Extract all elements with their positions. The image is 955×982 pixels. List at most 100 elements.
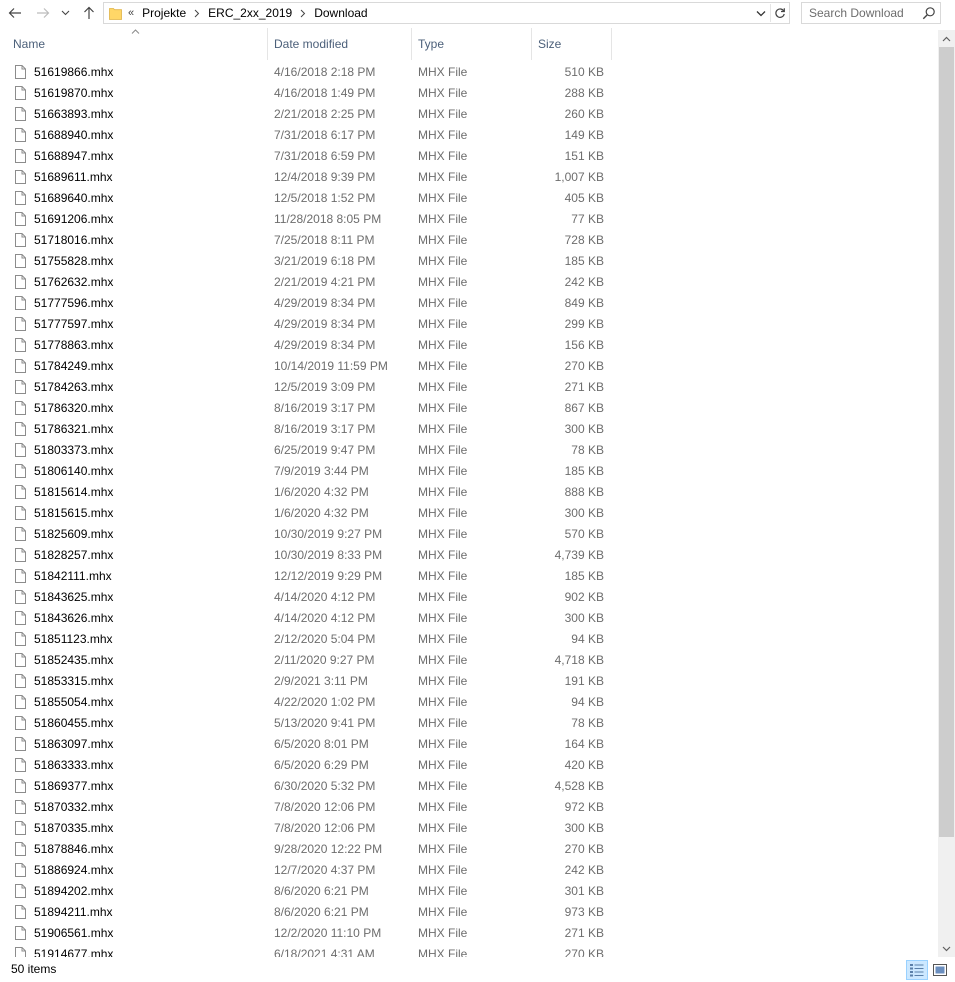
file-row[interactable]: 51784263.mhx 12/5/2019 3:09 PM MHX File 271… [0,377,938,398]
file-icon [15,548,26,564]
file-date-modified: 6/30/2020 5:32 PM [274,779,376,793]
file-row[interactable]: 51778863.mhx 4/29/2019 8:34 PM MHX File 156… [0,335,938,356]
file-name: 51842111.mhx [34,569,112,583]
file-name: 51663893.mhx [34,107,114,121]
breadcrumb-separator[interactable] [294,9,312,18]
up-button[interactable] [79,3,99,23]
file-row[interactable]: 51815614.mhx 1/6/2020 4:32 PM MHX File 888 … [0,482,938,503]
large-icons-view-button[interactable] [929,960,951,980]
file-row[interactable]: 51777596.mhx 4/29/2019 8:34 PM MHX File 849… [0,293,938,314]
file-name: 51886924.mhx [34,863,114,877]
file-row[interactable]: 51870332.mhx 7/8/2020 12:06 PM MHX File 972… [0,797,938,818]
file-row[interactable]: 51894202.mhx 8/6/2020 6:21 PM MHX File 301 … [0,881,938,902]
file-row[interactable]: 51825609.mhx 10/30/2019 9:27 PM MHX File 57… [0,524,938,545]
column-header-size[interactable]: Size [532,28,612,60]
file-date-modified: 4/14/2020 4:12 PM [274,611,376,625]
file-type: MHX File [418,233,468,247]
file-row[interactable]: 51906561.mhx 12/2/2020 11:10 PM MHX File 27… [0,923,938,944]
navigation-bar: « Projekte ERC_2xx_2019 Download [0,0,955,26]
file-row[interactable]: 51870335.mhx 7/8/2020 12:06 PM MHX File 300… [0,818,938,839]
file-row[interactable]: 51762632.mhx 2/21/2019 4:21 PM MHX File 242… [0,272,938,293]
file-type: MHX File [418,170,468,184]
file-row[interactable]: 51878846.mhx 9/28/2020 12:22 PM MHX File 27… [0,839,938,860]
file-row[interactable]: 51815615.mhx 1/6/2020 4:32 PM MHX File 300 … [0,503,938,524]
file-row[interactable]: 51688947.mhx 7/31/2018 6:59 PM MHX File 151… [0,146,938,167]
file-icon [15,338,26,354]
file-row[interactable]: 51860455.mhx 5/13/2020 9:41 PM MHX File 78 … [0,713,938,734]
file-name: 51914677.mhx [34,947,114,957]
file-icon [15,737,26,753]
file-type: MHX File [418,947,468,957]
file-date-modified: 4/22/2020 1:02 PM [274,695,376,709]
file-row[interactable]: 51842111.mhx 12/12/2019 9:29 PM MHX File 18… [0,566,938,587]
back-button[interactable] [5,3,25,23]
file-row[interactable]: 51777597.mhx 4/29/2019 8:34 PM MHX File 299… [0,314,938,335]
file-row[interactable]: 51755828.mhx 3/21/2019 6:18 PM MHX File 185… [0,251,938,272]
column-header-type[interactable]: Type [412,28,532,60]
file-type: MHX File [418,128,468,142]
file-row[interactable]: 51786320.mhx 8/16/2019 3:17 PM MHX File 867… [0,398,938,419]
file-name: 51852435.mhx [34,653,114,667]
file-type: MHX File [418,737,468,751]
file-row[interactable]: 51843625.mhx 4/14/2020 4:12 PM MHX File 902… [0,587,938,608]
file-name: 51860455.mhx [34,716,114,730]
column-header-name[interactable]: Name [7,28,268,60]
file-row[interactable]: 51894211.mhx 8/6/2020 6:21 PM MHX File 973 … [0,902,938,923]
search-box[interactable] [801,2,941,24]
file-type: MHX File [418,380,468,394]
breadcrumb-erc-2xx-2019[interactable]: ERC_2xx_2019 [206,6,294,20]
file-row[interactable]: 51688940.mhx 7/31/2018 6:17 PM MHX File 149… [0,125,938,146]
file-row[interactable]: 51863097.mhx 6/5/2020 8:01 PM MHX File 164 … [0,734,938,755]
breadcrumb-projekte[interactable]: Projekte [140,6,188,20]
file-name: 51619866.mhx [34,65,114,79]
file-row[interactable]: 51803373.mhx 6/25/2019 9:47 PM MHX File 78 … [0,440,938,461]
recent-locations-button[interactable] [58,3,72,23]
file-icon [15,464,26,480]
file-icon [15,65,26,81]
search-icon[interactable] [922,6,936,20]
file-row[interactable]: 51718016.mhx 7/25/2018 8:11 PM MHX File 728… [0,230,938,251]
file-row[interactable]: 51689611.mhx 12/4/2018 9:39 PM MHX File 1,0… [0,167,938,188]
breadcrumb-overflow[interactable]: « [128,7,134,19]
file-icon [15,905,26,921]
search-input[interactable] [802,3,920,23]
breadcrumb-download[interactable]: Download [312,6,369,20]
scroll-down-button[interactable] [938,940,955,957]
breadcrumb-separator[interactable] [188,9,206,18]
file-row[interactable]: 51853315.mhx 2/9/2021 3:11 PM MHX File 191 … [0,671,938,692]
file-row[interactable]: 51863333.mhx 6/5/2020 6:29 PM MHX File 420 … [0,755,938,776]
file-size: 4,718 KB [554,653,604,667]
file-row[interactable]: 51784249.mhx 10/14/2019 11:59 PM MHX File 2… [0,356,938,377]
scrollbar-thumb[interactable] [939,47,954,837]
scroll-up-button[interactable] [938,30,955,47]
forward-button[interactable] [33,3,53,23]
file-row[interactable]: 51855054.mhx 4/22/2020 1:02 PM MHX File 94 … [0,692,938,713]
vertical-scrollbar[interactable] [938,30,955,957]
address-bar[interactable]: « Projekte ERC_2xx_2019 Download [103,2,790,24]
address-dropdown-button[interactable] [753,5,769,21]
file-row[interactable]: 51619870.mhx 4/16/2018 1:49 PM MHX File 288… [0,83,938,104]
details-view-button[interactable] [906,960,928,980]
file-row[interactable]: 51619866.mhx 4/16/2018 2:18 PM MHX File 510… [0,62,938,83]
file-row[interactable]: 51852435.mhx 2/11/2020 9:27 PM MHX File 4,7… [0,650,938,671]
file-row[interactable]: 51806140.mhx 7/9/2019 3:44 PM MHX File 185 … [0,461,938,482]
file-row[interactable]: 51691206.mhx 11/28/2018 8:05 PM MHX File 77… [0,209,938,230]
file-row[interactable]: 51886924.mhx 12/7/2020 4:37 PM MHX File 242… [0,860,938,881]
file-row[interactable]: 51843626.mhx 4/14/2020 4:12 PM MHX File 300… [0,608,938,629]
file-row[interactable]: 51663893.mhx 2/21/2018 2:25 PM MHX File 260… [0,104,938,125]
file-row[interactable]: 51828257.mhx 10/30/2019 8:33 PM MHX File 4,… [0,545,938,566]
file-name: 51803373.mhx [34,443,114,457]
file-row[interactable]: 51689640.mhx 12/5/2018 1:52 PM MHX File 405… [0,188,938,209]
file-row[interactable]: 51869377.mhx 6/30/2020 5:32 PM MHX File 4,5… [0,776,938,797]
file-type: MHX File [418,779,468,793]
file-icon [15,653,26,669]
file-row[interactable]: 51914677.mhx 6/18/2021 4:31 AM MHX File 270… [0,944,938,957]
file-name: 51784249.mhx [34,359,114,373]
refresh-button[interactable] [770,4,788,22]
column-header-date-modified[interactable]: Date modified [268,28,412,60]
file-row[interactable]: 51851123.mhx 2/12/2020 5:04 PM MHX File 94 … [0,629,938,650]
file-size: 94 KB [571,695,604,709]
file-row[interactable]: 51786321.mhx 8/16/2019 3:17 PM MHX File 300… [0,419,938,440]
file-type: MHX File [418,254,468,268]
file-icon [15,863,26,879]
